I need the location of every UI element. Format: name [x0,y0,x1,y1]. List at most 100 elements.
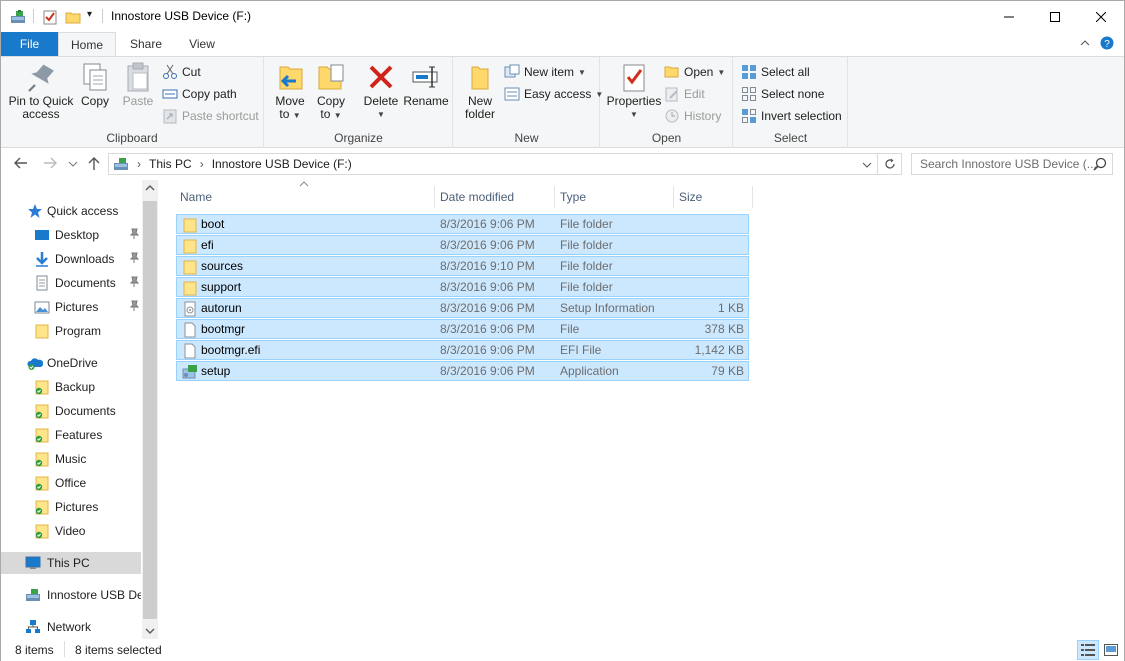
nav-network[interactable]: Network [1,616,141,638]
paste-button[interactable]: Paste [119,61,157,108]
nav-onedrive-backup[interactable]: Backup [1,376,141,398]
nav-onedrive-features[interactable]: Features [1,424,141,446]
nav-desktop-label: Desktop [55,228,100,242]
folder-icon [183,218,197,233]
scroll-down-icon[interactable] [145,627,155,635]
properties-icon[interactable] [42,8,58,26]
details-view-button[interactable] [1077,640,1099,660]
minimize-button[interactable] [986,1,1032,32]
new-item-button[interactable]: New item ▼ [504,62,586,82]
column-header-size[interactable]: Size [674,186,753,208]
paste-shortcut-label: Paste shortcut [182,109,259,123]
folder-icon [183,281,197,296]
open-button[interactable]: Open ▼ [664,62,725,82]
nav-onedrive[interactable]: OneDrive [1,352,141,374]
breadcrumb-this-pc[interactable]: This PC [149,157,192,171]
status-selected-count: 8 items selected [75,643,162,657]
usb-drive-icon [11,10,25,23]
file-row[interactable]: boot 8/3/2016 9:06 PM File folder [176,214,749,234]
column-header-name[interactable]: Name [175,186,435,208]
nav-program[interactable]: Program [1,320,141,342]
search-placeholder: Search Innostore USB Device (... [920,157,1097,171]
delete-button[interactable]: Delete ▼ [361,61,401,121]
copy-path-label: Copy path [182,87,237,101]
properties-button[interactable]: Properties ▼ [605,61,663,121]
large-icons-view-button[interactable] [1100,640,1122,660]
nav-desktop[interactable]: Desktop [1,224,141,246]
folder-icon [35,324,49,339]
ribbon: Pin to Quick access Copy Paste Cut Copy … [1,56,1124,148]
close-button[interactable] [1078,1,1124,32]
qat-customize-dropdown[interactable]: ▾ [87,9,92,20]
usb-drive-icon [114,158,128,170]
file-row[interactable]: autorun 8/3/2016 9:06 PM Setup Informati… [176,298,749,318]
rename-button[interactable]: Rename [403,61,449,108]
nav-onedrive-office[interactable]: Office [1,472,141,494]
history-label: History [684,109,722,123]
cut-button[interactable]: Cut [162,62,201,82]
nav-pictures[interactable]: Pictures [1,296,141,318]
setup-info-icon [184,301,196,317]
tab-home[interactable]: Home [58,32,116,57]
easy-access-button[interactable]: Easy access ▼ [504,84,603,104]
help-icon[interactable]: ? [1100,36,1114,50]
file-row[interactable]: setup 8/3/2016 9:06 PM Application 79 KB [176,361,749,381]
nav-onedrive-pictures[interactable]: Pictures [1,496,141,518]
nav-downloads[interactable]: Downloads [1,248,141,270]
invert-selection-button[interactable]: Invert selection [741,106,842,126]
tab-view[interactable]: View [176,32,228,56]
copy-to-button[interactable]: Copy to ▼ [313,61,349,122]
nav-onedrive-documents[interactable]: Documents [1,400,141,422]
select-none-button[interactable]: Select none [741,84,824,104]
edit-button[interactable]: Edit [664,84,705,104]
nav-onedrive-video[interactable]: Video [1,520,141,542]
forward-icon[interactable] [42,156,58,170]
nav-onedrive-office-label: Office [55,476,87,490]
paste-label: Paste [122,94,154,108]
scroll-up-icon[interactable] [145,184,155,192]
copy-path-button[interactable]: Copy path [162,84,237,104]
up-icon[interactable] [87,156,101,171]
file-size: 1,142 KB [694,343,744,357]
nav-scrollbar[interactable] [142,180,158,639]
history-button[interactable]: History [664,106,721,126]
file-row[interactable]: sources 8/3/2016 9:10 PM File folder [176,256,749,276]
nav-usb-drive[interactable]: Innostore USB Device (F:) [1,584,141,606]
file-type: File folder [560,280,613,294]
file-row[interactable]: bootmgr.efi 8/3/2016 9:06 PM EFI File 1,… [176,340,749,360]
file-row[interactable]: efi 8/3/2016 9:06 PM File folder [176,235,749,255]
nav-quick-access[interactable]: Quick access [1,200,141,222]
nav-this-pc[interactable]: This PC [1,552,141,574]
nav-onedrive-music[interactable]: Music [1,448,141,470]
back-icon[interactable] [13,156,29,170]
move-to-button[interactable]: Move to ▼ [273,61,307,122]
file-row[interactable]: bootmgr 8/3/2016 9:06 PM File 378 KB [176,319,749,339]
address-bar[interactable]: › This PC › Innostore USB Device (F:) [108,153,878,175]
breadcrumb-usb-drive[interactable]: Innostore USB Device (F:) [212,157,352,171]
column-header-date-modified[interactable]: Date modified [435,186,555,208]
new-folder-button[interactable]: New folder [460,61,500,121]
ribbon-tabs: File Home Share View ? [1,32,1124,57]
address-history-dropdown-icon[interactable] [862,161,872,169]
file-type: EFI File [560,343,602,357]
search-input[interactable]: Search Innostore USB Device (... [911,153,1113,175]
recent-locations-icon[interactable] [68,160,78,168]
select-all-button[interactable]: Select all [741,62,810,82]
file-name: bootmgr [201,322,246,336]
paste-shortcut-button[interactable]: Paste shortcut [162,106,259,126]
collapse-ribbon-icon[interactable] [1080,39,1090,47]
column-header-type[interactable]: Type [555,186,674,208]
invert-selection-label: Invert selection [761,109,842,123]
nav-documents[interactable]: Documents [1,272,141,294]
refresh-button[interactable] [878,153,902,175]
tab-file[interactable]: File [1,32,58,56]
maximize-button[interactable] [1032,1,1078,32]
tab-share[interactable]: Share [119,32,173,56]
new-folder-icon[interactable] [65,8,81,26]
copy-button[interactable]: Copy [77,61,113,108]
maximize-icon [1050,11,1060,22]
file-type: File folder [560,217,613,231]
nav-scrollbar-thumb[interactable] [143,201,157,619]
pin-to-quick-access-button[interactable]: Pin to Quick access [7,61,75,121]
file-row[interactable]: support 8/3/2016 9:06 PM File folder [176,277,749,297]
